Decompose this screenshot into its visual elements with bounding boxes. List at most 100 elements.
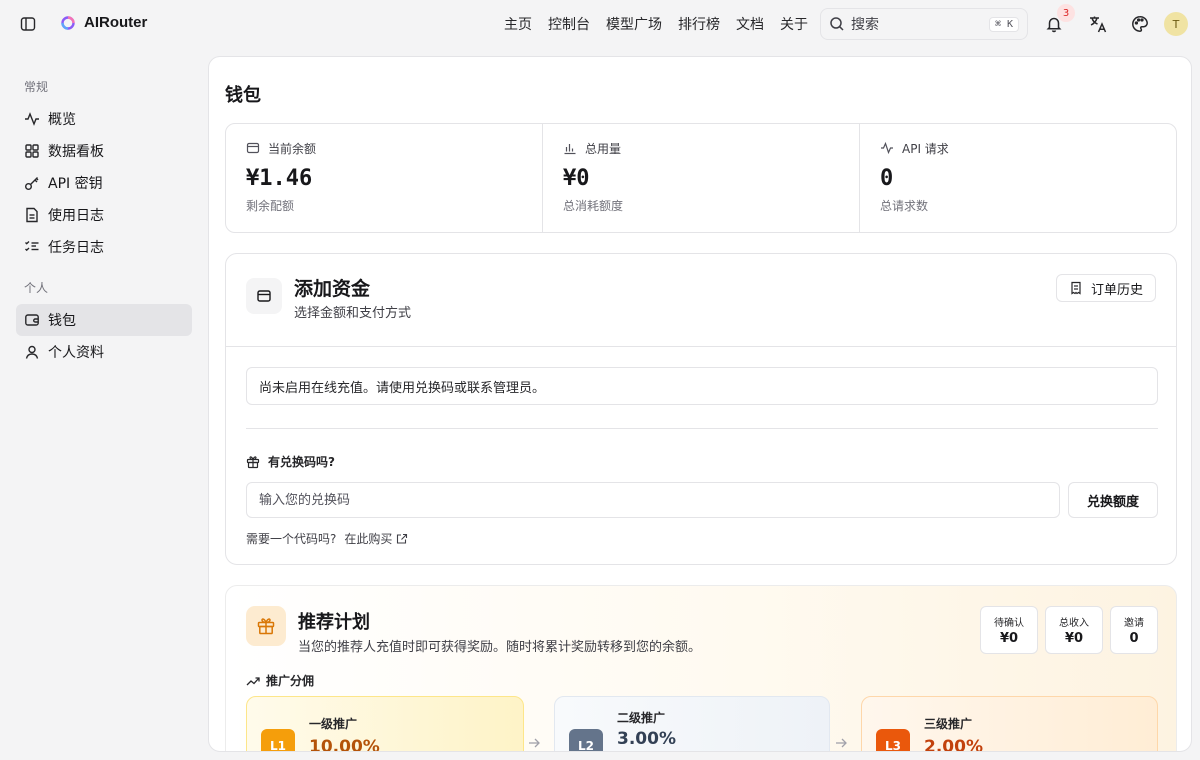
sidebar-item-profile[interactable]: 个人资料	[16, 336, 192, 368]
stat-sub: 总请求数	[880, 199, 929, 213]
arrow-right-icon	[529, 738, 540, 748]
buy-here-link[interactable]: 在此购买	[344, 530, 408, 547]
stat-balance: 当前余额 ¥1.46 剩余配额	[226, 124, 543, 232]
recharge-notice: 尚未启用在线充值。请使用兑换码或联系管理员。	[246, 367, 1158, 405]
sidebar-group-general: 常规	[24, 80, 49, 94]
sidebar-item-dashboard[interactable]: 数据看板	[16, 135, 192, 167]
translate-icon	[1090, 16, 1107, 33]
buy-here-label: 在此购买	[344, 532, 393, 546]
referral-stat-value: ¥0	[1064, 631, 1084, 646]
wallet-icon	[257, 290, 271, 302]
gift-icon	[246, 455, 260, 468]
tier-percent: 10.00%	[309, 737, 380, 752]
referral-icon-box	[246, 606, 286, 646]
file-text-icon	[26, 207, 38, 223]
sidebar-item-api-keys[interactable]: API 密钥	[16, 167, 192, 199]
main-panel: 钱包 当前余额 ¥1.46 剩余配额 总用量 ¥0 总消耗额度 API 请求 0…	[208, 56, 1192, 752]
referral-stat-label: 待确认	[994, 618, 1024, 629]
dashboard-icon	[25, 144, 39, 158]
order-history-label: 订单历史	[1090, 282, 1143, 298]
fund-icon-box	[246, 278, 282, 314]
key-icon	[25, 177, 39, 190]
redeem-button[interactable]: 兑换额度	[1068, 482, 1158, 518]
search-shortcut: ⌘ K	[988, 16, 1019, 32]
sidebar-item-label: 使用日志	[48, 208, 104, 224]
nav-leaderboard[interactable]: 排行榜	[678, 14, 720, 34]
sidebar-group-personal: 个人	[24, 281, 49, 295]
user-icon	[25, 345, 39, 359]
sidebar-item-label: API 密钥	[48, 176, 103, 192]
wallet-icon	[25, 314, 39, 326]
tier-card-l3: L3 三级推广 2.00%	[861, 696, 1158, 752]
wallet-icon	[246, 142, 260, 154]
referral-card: 推荐计划 当您的推荐人充值时即可获得奖励。随时将累计奖励转移到您的余额。 待确认…	[225, 585, 1177, 752]
sidebar-item-overview[interactable]: 概览	[16, 103, 192, 135]
top-nav: 主页 控制台 模型广场 排行榜 文档 关于	[504, 14, 808, 34]
divider	[226, 346, 1176, 347]
referral-stat-total: 总收入 ¥0	[1045, 606, 1103, 654]
bar-chart-icon	[564, 144, 576, 155]
app-name: AIRouter	[84, 14, 148, 31]
fund-title: 添加资金	[294, 278, 371, 300]
sidebar-item-task-logs[interactable]: 任务日志	[16, 231, 192, 263]
tier-card-l1: L1 一级推广 10.00%	[246, 696, 524, 752]
tier-name: 二级推广	[617, 711, 666, 725]
stat-sub: 剩余配额	[246, 199, 295, 213]
sidebar-item-label: 个人资料	[48, 345, 104, 361]
logo-icon	[61, 15, 75, 30]
tier-percent: 3.00%	[617, 729, 676, 749]
buy-row: 需要一个代码吗? 在此购买	[246, 530, 408, 547]
stat-sub: 总消耗额度	[563, 199, 624, 213]
nav-console[interactable]: 控制台	[548, 14, 590, 34]
referral-title: 推荐计划	[298, 612, 370, 633]
redeem-code-input[interactable]	[246, 482, 1060, 518]
stat-value: 0	[880, 166, 894, 191]
trending-up-icon	[246, 676, 260, 685]
tier-percent: 2.00%	[924, 737, 983, 752]
search-icon	[830, 17, 844, 31]
brand[interactable]: AIRouter	[60, 14, 147, 31]
page-title: 钱包	[225, 85, 261, 106]
sidebar-item-wallet[interactable]: 钱包	[16, 304, 192, 336]
activity-icon	[25, 112, 39, 126]
sidebar-toggle-icon[interactable]	[18, 14, 38, 34]
nav-about[interactable]: 关于	[780, 14, 808, 34]
redeem-label: 有兑换码吗?	[246, 453, 335, 470]
divider	[246, 428, 1158, 429]
stat-label: 总用量	[585, 141, 622, 156]
sidebar-item-usage-logs[interactable]: 使用日志	[16, 199, 192, 231]
notification-badge: 3	[1057, 4, 1075, 22]
commission-section-label: 推广分佣	[246, 672, 314, 689]
language-button[interactable]	[1086, 12, 1110, 36]
nav-models[interactable]: 模型广场	[606, 14, 662, 34]
list-checks-icon	[25, 240, 39, 252]
sidebar: 常规 概览 数据看板 API 密钥 使用日志 任务日志 个人 钱包 个人资料	[16, 72, 192, 368]
search-box[interactable]: 搜索 ⌘ K	[820, 8, 1028, 40]
wallet-stats: 当前余额 ¥1.46 剩余配额 总用量 ¥0 总消耗额度 API 请求 0 总请…	[225, 123, 1177, 233]
theme-button[interactable]	[1128, 12, 1152, 36]
referral-stat-value: 0	[1129, 631, 1139, 646]
referral-stat-label: 邀请	[1124, 618, 1144, 629]
tier-name: 一级推广	[309, 717, 358, 731]
referral-stat-value: ¥0	[999, 631, 1019, 646]
stat-requests: API 请求 0 总请求数	[860, 124, 1176, 232]
sidebar-item-label: 概览	[48, 112, 76, 128]
external-link-icon	[397, 533, 408, 544]
palette-icon	[1132, 16, 1148, 32]
avatar[interactable]: T	[1164, 12, 1188, 36]
nav-docs[interactable]: 文档	[736, 14, 764, 34]
add-funds-card: 添加资金 选择金额和支付方式 订单历史 尚未启用在线充值。请使用兑换码或联系管理…	[225, 253, 1177, 565]
sidebar-item-label: 任务日志	[48, 240, 104, 256]
gift-icon	[257, 618, 275, 635]
nav-home[interactable]: 主页	[504, 14, 532, 34]
receipt-icon	[1071, 281, 1081, 295]
order-history-button[interactable]: 订单历史	[1055, 274, 1156, 302]
tier-badge: L2	[569, 729, 603, 751]
referral-subtitle: 当您的推荐人充值时即可获得奖励。随时将累计奖励转移到您的余额。	[298, 640, 702, 655]
tier-badge: L3	[876, 729, 910, 751]
stat-value: ¥1.46	[246, 166, 313, 191]
search-placeholder: 搜索	[851, 17, 879, 33]
referral-stat-pending: 待确认 ¥0	[980, 606, 1038, 654]
tier-card-l2: L2 二级推广 3.00%	[554, 696, 830, 751]
stat-label: API 请求	[902, 141, 949, 156]
